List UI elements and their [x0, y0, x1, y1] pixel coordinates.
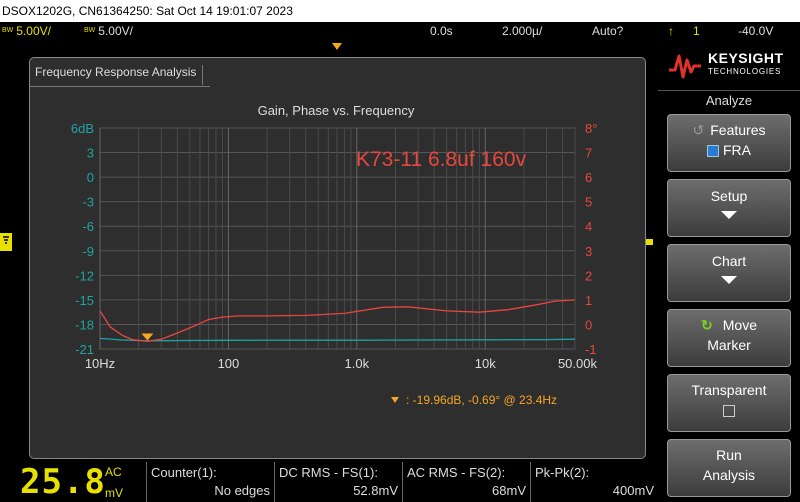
softkey-panel: KEYSIGHT TECHNOLOGIES Analyze ↺ Features … — [658, 40, 800, 502]
frequency-tick-label: 10k — [475, 356, 496, 371]
frequency-tick-label: 100 — [218, 356, 240, 371]
keysight-wave-icon — [669, 54, 701, 79]
phase-tick-label: 4 — [585, 219, 592, 234]
phase-tick-label: 6 — [585, 170, 592, 185]
coupling-label: AC — [105, 465, 122, 479]
chart-softkey[interactable]: Chart — [667, 244, 791, 302]
transparent-label: Transparent — [691, 382, 767, 398]
ac-rms-measurement[interactable]: AC RMS - FS(2): 68mV — [402, 462, 530, 502]
phase-axis-ticks: 8° 7 6 5 4 3 2 1 0 -1 — [585, 121, 597, 357]
trigger-source[interactable]: 1 — [693, 22, 700, 40]
ch1-ground-marker-icon[interactable] — [0, 227, 14, 257]
marker-layer[interactable] — [141, 333, 154, 341]
gain-tick-label: -12 — [75, 268, 94, 283]
ch1-scale-readout[interactable]: BW 5.00V/ — [2, 22, 51, 40]
frequency-axis-ticks: 10Hz 100 1.0k 10k 50.00k — [85, 356, 598, 371]
pk-pk-label: Pk-Pk(2): — [535, 465, 590, 480]
marker-readout-icon — [391, 397, 399, 403]
features-softkey[interactable]: ↺ Features FRA — [667, 114, 791, 172]
trigger-mode[interactable]: Auto? — [592, 22, 623, 40]
phase-tick-label: 7 — [585, 146, 592, 161]
frequency-tick-label: 10Hz — [85, 356, 115, 371]
gain-tick-label: 6dB — [71, 121, 94, 136]
time-delay[interactable]: 0.0s — [430, 22, 453, 40]
gain-tick-label: -6 — [82, 219, 94, 234]
gain-axis-ticks: 6dB 3 0 -3 -6 -9 -12 -15 -18 -21 — [71, 121, 94, 357]
gain-tick-label: -21 — [75, 342, 94, 357]
ch2-scale: 5.00V/ — [98, 24, 133, 38]
gain-tick-label: -9 — [82, 244, 94, 259]
brand-subtitle: TECHNOLOGIES — [708, 67, 782, 76]
move-marker-label-2: Marker — [707, 337, 751, 353]
gain-tick-label: -3 — [82, 195, 94, 210]
ch2-bw-label: BW — [84, 27, 96, 34]
pk-pk-value: 400mV — [612, 483, 654, 498]
marker-readout: : -19.96dB, -0.69° @ 23.4Hz — [406, 393, 557, 407]
phase-tick-label: 5 — [585, 195, 592, 210]
unit-label: mV — [105, 486, 123, 500]
phase-tick-label: 3 — [585, 244, 592, 259]
ac-rms-label: AC RMS - FS(2): — [407, 465, 506, 480]
annotation-label: K73-11 6.8uf 160v — [356, 148, 527, 171]
run-analysis-label-2: Analysis — [702, 467, 756, 483]
counter-value: No edges — [214, 483, 270, 498]
trigger-slope-icon: ↑ — [668, 24, 674, 38]
frequency-tick-label: 1.0k — [345, 356, 370, 371]
gain-tick-label: 0 — [87, 170, 94, 185]
gain-tick-label: -18 — [75, 317, 94, 332]
submenu-arrow-icon — [721, 211, 737, 219]
chart-label: Chart — [711, 253, 747, 269]
dc-rms-value: 52.8mV — [353, 483, 398, 498]
ch2-scale-readout[interactable]: BW 5.00V/ — [84, 22, 133, 40]
features-label: Features — [710, 122, 766, 138]
transparent-softkey[interactable]: Transparent — [667, 374, 791, 432]
move-marker-softkey[interactable]: ↻ Move Marker — [667, 309, 791, 367]
chart-title: Gain, Phase vs. Frequency — [258, 103, 415, 118]
gain-tick-label: 3 — [87, 146, 94, 161]
large-measurement-value: 25.8 — [20, 462, 106, 502]
phase-tick-label: 1 — [585, 293, 592, 308]
counter-label: Counter(1): — [151, 465, 217, 480]
series-layer — [99, 299, 576, 343]
frequency-tick-label: 50.00k — [558, 356, 598, 371]
status-bar: BW 5.00V/ BW 5.00V/ 0.0s 2.000µ/ Auto? ↑ 1… — [0, 22, 800, 40]
phase-tick-label: 8° — [585, 121, 597, 136]
run-analysis-label-1: Run — [716, 447, 742, 463]
rotate-knob-icon: ↺ — [692, 122, 705, 138]
dc-rms-label: DC RMS - FS(1): — [279, 465, 378, 480]
measurement-bar: 25.8 AC mV Counter(1): No edges DC RMS -… — [0, 462, 658, 502]
phase-tick-label: -1 — [585, 342, 597, 357]
setup-softkey[interactable]: Setup — [667, 179, 791, 237]
submenu-arrow-icon — [721, 276, 737, 284]
rotate-knob-icon: ↻ — [701, 317, 713, 333]
fra-plot[interactable]: Gain, Phase vs. Frequency 6dB30-3-6-9-12… — [30, 58, 647, 460]
phase-tick-label: 0 — [585, 317, 592, 332]
brand-logo: KEYSIGHT TECHNOLOGIES — [668, 48, 798, 84]
ac-rms-value: 68mV — [492, 483, 526, 498]
time-scale[interactable]: 2.000µ/ — [502, 22, 542, 40]
move-marker-label-1: Move — [722, 317, 757, 333]
transparent-checkbox — [723, 405, 735, 418]
setup-label: Setup — [710, 188, 748, 204]
fra-window: Frequency Response Analysis Gain, Phase … — [29, 57, 646, 459]
fra-selected-checkbox — [707, 145, 720, 158]
marker-triangle-icon — [141, 333, 154, 341]
phase-tick-label: 2 — [585, 268, 592, 283]
brand-name: KEYSIGHT — [708, 50, 784, 66]
gain-tick-label: -15 — [75, 293, 94, 308]
ch1-bw-label: BW — [2, 27, 14, 34]
run-analysis-softkey[interactable]: Run Analysis — [667, 439, 791, 497]
pk-pk-measurement[interactable]: Pk-Pk(2): 400mV — [530, 462, 658, 502]
dc-rms-measurement[interactable]: DC RMS - FS(1): 52.8mV — [274, 462, 402, 502]
ch1-scale: 5.00V/ — [16, 24, 51, 38]
menu-title: Analyze — [658, 90, 800, 108]
gain-series-line — [99, 337, 576, 342]
window-title: DSOX1202G, CN61364250: Sat Oct 14 19:01:… — [0, 0, 800, 22]
trigger-level[interactable]: -40.0V — [738, 22, 773, 40]
trigger-position-marker[interactable] — [332, 43, 342, 50]
phase-series-line — [99, 299, 576, 343]
counter-measurement[interactable]: Counter(1): No edges — [146, 462, 274, 502]
features-value: FRA — [722, 142, 751, 158]
